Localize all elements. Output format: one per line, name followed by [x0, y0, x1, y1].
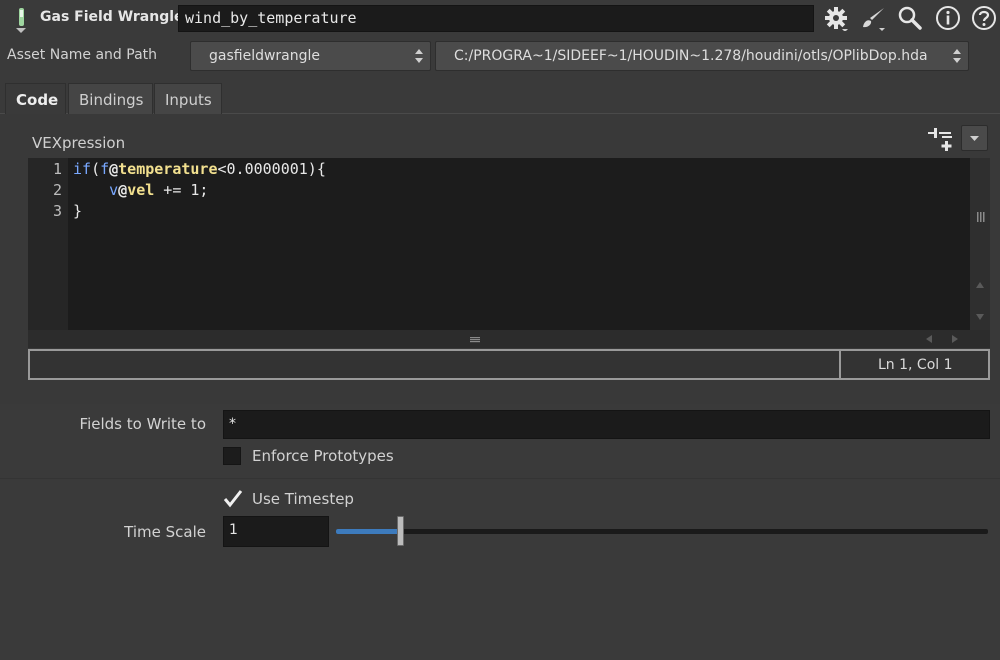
time-scale-slider-track[interactable] [336, 529, 988, 534]
code-line-3: } [73, 202, 83, 220]
node-header: Gas Field Wrangle wind_by_temperature [0, 0, 1000, 38]
time-scale-input[interactable]: 1 [223, 516, 329, 547]
enforce-prototypes-checkbox[interactable] [223, 447, 241, 465]
asset-name-value: gasfieldwrangle [209, 48, 321, 64]
line-number: 2 [52, 181, 62, 199]
status-divider [839, 351, 841, 378]
time-scale-slider-fill [336, 529, 400, 534]
line-number: 3 [52, 202, 62, 220]
tab-code[interactable]: Code [5, 83, 66, 114]
asset-path-value: C:/PROGRA~1/SIDEEF~1/HOUDIN~1.278/houdin… [454, 48, 928, 64]
tab-inputs[interactable]: Inputs [154, 83, 222, 114]
help-icon[interactable] [970, 4, 998, 32]
tab-bindings[interactable]: Bindings [68, 83, 153, 114]
vexpression-label: VEXpression [32, 134, 126, 152]
updown-arrows-icon [415, 49, 423, 63]
editor-horizontal-scrollbar[interactable] [28, 330, 990, 348]
vex-code-editor[interactable]: 1 2 3 if(f@temperature<0.0000001){ v@vel… [28, 158, 970, 330]
editor-status-bar: Ln 1, Col 1 [28, 349, 990, 380]
cursor-position: Ln 1, Col 1 [878, 357, 953, 373]
asset-name-label: Asset Name and Path [7, 47, 158, 63]
enforce-prototypes-label: Enforce Prototypes [252, 447, 394, 465]
fields-to-write-input[interactable]: * [223, 410, 990, 439]
code-line-1: if(f@temperature<0.0000001){ [73, 160, 326, 178]
asset-row: Asset Name and Path gasfieldwrangle C:/P… [0, 38, 1000, 76]
gas-field-wrangle-node-icon[interactable] [10, 6, 34, 34]
vexpression-menu-button[interactable] [961, 125, 988, 151]
snippet-tools-icon[interactable] [926, 126, 956, 152]
search-icon[interactable] [896, 4, 924, 32]
gear-icon[interactable] [822, 4, 850, 32]
paint-brush-icon[interactable] [860, 4, 888, 32]
section-divider [0, 478, 1000, 479]
asset-name-dropdown[interactable]: gasfieldwrangle [190, 41, 431, 71]
time-scale-slider-handle[interactable] [397, 516, 404, 546]
code-line-2: v@vel += 1; [109, 181, 209, 199]
line-number: 1 [52, 160, 62, 178]
info-icon[interactable] [934, 4, 962, 32]
use-timestep-checkbox[interactable] [223, 489, 243, 508]
node-type-label: Gas Field Wrangle [40, 9, 184, 25]
time-scale-label: Time Scale [124, 523, 206, 541]
line-number-gutter: 1 2 3 [28, 158, 68, 330]
parameter-tabs: Code Bindings Inputs [0, 80, 1000, 114]
fields-to-write-label: Fields to Write to [79, 415, 206, 433]
editor-vertical-scrollbar[interactable] [970, 158, 990, 330]
updown-arrows-icon [953, 49, 961, 63]
node-name-field[interactable]: wind_by_temperature [178, 5, 814, 32]
checkmark-icon [223, 490, 243, 508]
use-timestep-label: Use Timestep [252, 490, 354, 508]
triangle-down-icon [970, 136, 979, 141]
asset-path-dropdown[interactable]: C:/PROGRA~1/SIDEEF~1/HOUDIN~1.278/houdin… [435, 41, 969, 71]
